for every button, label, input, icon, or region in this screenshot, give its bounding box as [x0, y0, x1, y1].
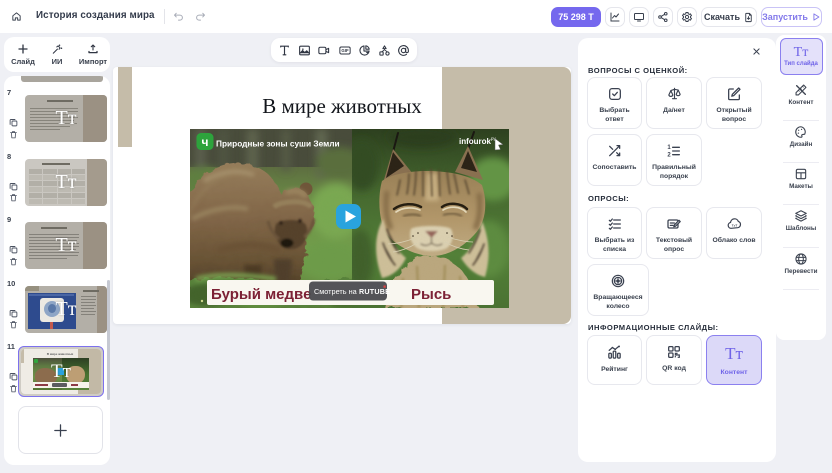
svg-text:ТэТ: ТэТ	[731, 223, 737, 227]
svg-text:Природные зоны суши Земли: Природные зоны суши Земли	[216, 139, 340, 149]
svg-text:Бурый медве: Бурый медве	[211, 286, 311, 303]
svg-text:infourok: infourok	[459, 137, 492, 146]
svg-text:2: 2	[667, 152, 671, 158]
svg-text:1: 1	[667, 145, 671, 151]
svg-text:RUTUBE: RUTUBE	[359, 287, 390, 296]
svg-text:GIF: GIF	[341, 48, 349, 53]
svg-text:Рысь: Рысь	[411, 286, 451, 303]
svg-text:Смотреть на: Смотреть на	[314, 287, 358, 296]
svg-text:ч: ч	[202, 135, 209, 149]
